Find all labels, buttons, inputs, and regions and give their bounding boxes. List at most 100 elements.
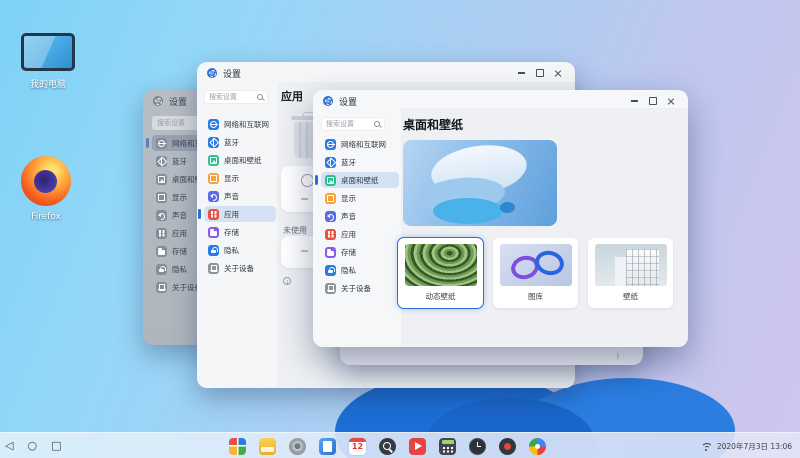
taskbar-status[interactable]: 2020年7月3日 13:06 xyxy=(701,433,792,458)
recents-nav-icon[interactable] xyxy=(51,437,61,454)
wallpaper-type-cards: 动态壁纸 图库 壁纸 xyxy=(398,238,673,308)
sidebar-item-label: 声音 xyxy=(224,191,239,202)
sidebar-item-front-1[interactable]: 蓝牙 xyxy=(321,154,399,170)
sidebar-item-label: 应用 xyxy=(172,228,187,239)
sidebar-item-middle-2[interactable]: 桌面和壁纸 xyxy=(204,152,276,168)
home-nav-icon[interactable] xyxy=(27,437,37,454)
sidebar-item-label: 蓝牙 xyxy=(172,156,187,167)
sidebar-item-middle-0[interactable]: 网络和互联网 xyxy=(204,116,276,132)
wallpaper-card-1[interactable]: 图库 xyxy=(493,238,578,308)
sidebar-item-middle-6[interactable]: 存储 xyxy=(204,224,276,240)
sidebar-item-front-6[interactable]: 存储 xyxy=(321,244,399,260)
desktop-icon-label: Firefox xyxy=(31,212,61,222)
network-icon xyxy=(208,119,219,130)
privacy-icon xyxy=(156,264,167,275)
desktop-icon-my-computer[interactable]: 我的电脑 xyxy=(16,33,80,90)
wallpaper-thumb xyxy=(595,244,667,286)
video-player-icon[interactable] xyxy=(409,438,426,455)
network-icon xyxy=(156,138,167,149)
titlebar[interactable]: 设置 xyxy=(197,62,575,84)
unused-section-label: 未使用 xyxy=(283,225,307,236)
window-title: 设置 xyxy=(169,95,187,108)
computer-icon xyxy=(21,33,75,71)
sidebar-item-middle-1[interactable]: 蓝牙 xyxy=(204,134,276,150)
datetime-label[interactable]: 2020年7月3日 13:06 xyxy=(717,441,792,452)
voice-recorder-icon[interactable] xyxy=(499,438,516,455)
window-title: 设置 xyxy=(223,67,241,80)
sidebar-item-front-5[interactable]: 应用 xyxy=(321,226,399,242)
sidebar-item-label: 存储 xyxy=(172,246,187,257)
sidebar-item-label: 蓝牙 xyxy=(224,137,239,148)
back-nav-icon[interactable] xyxy=(5,437,13,454)
launcher-icon[interactable] xyxy=(229,438,246,455)
desktop-icon-firefox[interactable]: Firefox xyxy=(14,156,78,222)
sound-icon xyxy=(325,211,336,222)
wallpaper-card-0[interactable]: 动态壁纸 xyxy=(398,238,483,308)
settings-gear-icon xyxy=(323,96,333,106)
preview-art xyxy=(500,202,515,213)
sidebar-item-front-0[interactable]: 网络和互联网 xyxy=(321,136,399,152)
settings-search-input[interactable]: 搜索设置 xyxy=(204,90,268,104)
maximize-button[interactable] xyxy=(645,94,660,108)
search-placeholder: 搜索设置 xyxy=(326,119,370,129)
titlebar[interactable]: 设置 xyxy=(313,90,688,112)
minimize-button[interactable] xyxy=(627,94,642,108)
sound-icon xyxy=(156,210,167,221)
minimize-button[interactable] xyxy=(514,66,529,80)
privacy-icon xyxy=(325,265,336,276)
sidebar-item-label: 网络和互联网 xyxy=(341,139,386,150)
sidebar-item-label: 关于设备 xyxy=(224,263,254,274)
sidebar-item-front-8[interactable]: 关于设备 xyxy=(321,280,399,296)
storage-icon xyxy=(325,247,336,258)
calculator-icon[interactable] xyxy=(439,438,456,455)
sidebar-item-middle-3[interactable]: 显示 xyxy=(204,170,276,186)
settings-icon[interactable] xyxy=(289,438,306,455)
photos-icon[interactable] xyxy=(529,438,546,455)
search-icon xyxy=(257,94,263,100)
clock-icon[interactable] xyxy=(469,438,486,455)
sidebar-item-front-2[interactable]: 桌面和壁纸 xyxy=(321,172,399,188)
maximize-button[interactable] xyxy=(532,66,547,80)
display-icon xyxy=(325,193,336,204)
settings-search-input[interactable]: 搜索设置 xyxy=(321,117,385,131)
taskbar: 12 2020年7月3日 13:06 xyxy=(0,432,800,458)
sidebar-item-middle-8[interactable]: 关于设备 xyxy=(204,260,276,276)
text-editor-icon[interactable] xyxy=(319,438,336,455)
desktop-icon-label: 我的电脑 xyxy=(30,77,66,90)
desktop: { "desktop": { "icons": [ { "label": "我的… xyxy=(0,0,800,458)
wifi-icon[interactable] xyxy=(701,442,712,451)
sidebar-item-label: 声音 xyxy=(172,210,187,221)
taskbar-apps: 12 xyxy=(229,438,546,455)
close-button[interactable] xyxy=(663,94,678,108)
sidebar-item-label: 声音 xyxy=(341,211,356,222)
file-manager-icon[interactable] xyxy=(259,438,276,455)
display-icon xyxy=(208,173,219,184)
sidebar-item-middle-4[interactable]: 声音 xyxy=(204,188,276,204)
settings-sidebar: 网络和互联网蓝牙桌面和壁纸显示声音应用存储隐私关于设备 xyxy=(204,116,276,278)
sidebar-item-front-4[interactable]: 声音 xyxy=(321,208,399,224)
storage-icon xyxy=(208,227,219,238)
wallpaper-card-label: 图库 xyxy=(528,291,543,302)
gallery-thumb xyxy=(500,244,572,286)
bluetooth-icon xyxy=(325,157,336,168)
sidebar-item-front-3[interactable]: 显示 xyxy=(321,190,399,206)
sidebar-item-label: 显示 xyxy=(224,173,239,184)
sidebar-item-label: 存储 xyxy=(341,247,356,258)
bluetooth-icon xyxy=(208,137,219,148)
calendar-icon[interactable]: 12 xyxy=(349,438,366,455)
nav-buttons xyxy=(5,437,61,454)
sidebar-item-label: 显示 xyxy=(341,193,356,204)
sidebar-item-middle-5[interactable]: 应用 xyxy=(204,206,276,222)
dynamic-wallpaper-thumb xyxy=(405,244,477,286)
wallpaper-card-2[interactable]: 壁纸 xyxy=(588,238,673,308)
close-button[interactable] xyxy=(550,66,565,80)
wallpaper-card-label: 动态壁纸 xyxy=(426,291,456,302)
wallpaper-preview xyxy=(403,140,557,226)
wallpaper-icon xyxy=(208,155,219,166)
about-icon xyxy=(156,282,167,293)
privacy-icon xyxy=(208,245,219,256)
search-icon[interactable] xyxy=(379,438,396,455)
sidebar-item-middle-7[interactable]: 隐私 xyxy=(204,242,276,258)
sidebar-item-label: 隐私 xyxy=(224,245,239,256)
sidebar-item-front-7[interactable]: 隐私 xyxy=(321,262,399,278)
